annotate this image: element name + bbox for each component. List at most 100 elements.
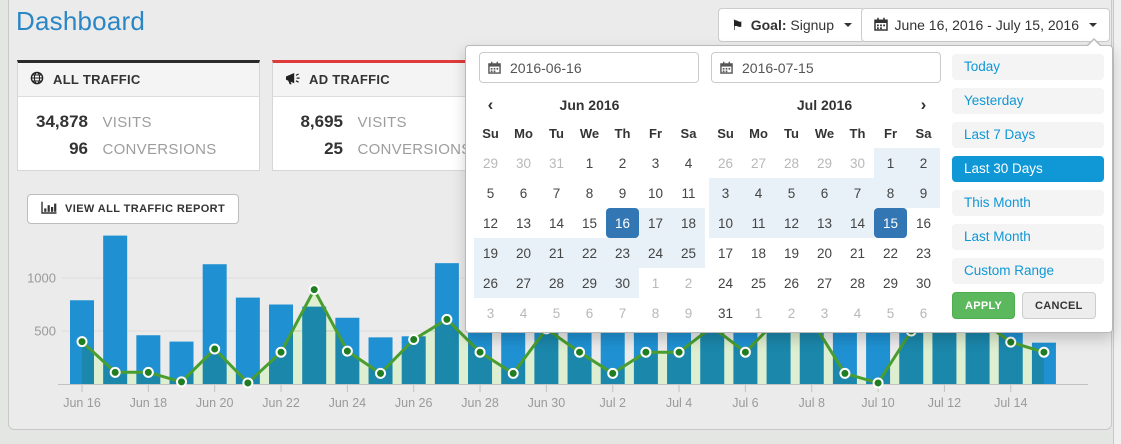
day-cell[interactable]: 7 [841, 178, 874, 208]
prev-month-icon[interactable]: ‹ [474, 92, 507, 118]
day-cell[interactable]: 25 [672, 238, 705, 268]
day-cell[interactable]: 4 [841, 298, 874, 328]
day-cell[interactable]: 30 [907, 268, 940, 298]
day-cell[interactable]: 13 [808, 208, 841, 238]
day-cell[interactable]: 15 [573, 208, 606, 238]
day-cell[interactable]: 4 [507, 298, 540, 328]
next-month-icon[interactable]: › [907, 92, 940, 118]
day-cell[interactable]: 8 [639, 298, 672, 328]
day-cell[interactable]: 22 [573, 238, 606, 268]
end-date-input[interactable] [711, 52, 941, 83]
day-cell[interactable]: 9 [606, 178, 639, 208]
day-cell[interactable]: 5 [874, 298, 907, 328]
day-cell[interactable]: 28 [841, 268, 874, 298]
day-cell[interactable]: 23 [907, 238, 940, 268]
day-cell[interactable]: 12 [474, 208, 507, 238]
day-cell[interactable]: 3 [639, 148, 672, 178]
day-cell[interactable]: 11 [742, 208, 775, 238]
date-range-button[interactable]: June 16, 2016 - July 15, 2016 [861, 8, 1110, 42]
day-cell[interactable]: 25 [742, 268, 775, 298]
start-date-input[interactable] [479, 52, 699, 83]
day-cell[interactable]: 2 [606, 148, 639, 178]
day-cell[interactable]: 31 [709, 298, 742, 328]
day-cell[interactable]: 27 [742, 148, 775, 178]
day-cell[interactable]: 26 [474, 268, 507, 298]
day-cell[interactable]: 5 [540, 298, 573, 328]
day-cell[interactable]: 29 [808, 148, 841, 178]
day-cell[interactable]: 7 [540, 178, 573, 208]
day-cell[interactable]: 31 [540, 148, 573, 178]
day-cell[interactable]: 14 [841, 208, 874, 238]
day-cell[interactable]: 5 [474, 178, 507, 208]
day-cell[interactable]: 21 [841, 238, 874, 268]
day-cell[interactable]: 18 [672, 208, 705, 238]
day-cell[interactable]: 13 [507, 208, 540, 238]
day-cell[interactable]: 20 [507, 238, 540, 268]
range-option-custom-range[interactable]: Custom Range [952, 258, 1104, 284]
day-cell[interactable]: 9 [672, 298, 705, 328]
day-cell[interactable]: 1 [742, 298, 775, 328]
day-cell[interactable]: 2 [672, 268, 705, 298]
goal-dropdown-button[interactable]: ⚑ Goal: Signup [718, 8, 865, 42]
apply-button[interactable]: APPLY [952, 292, 1015, 319]
day-cell[interactable]: 1 [874, 148, 907, 178]
day-cell[interactable]: 27 [808, 268, 841, 298]
day-cell[interactable]: 16 [907, 208, 940, 238]
day-cell[interactable]: 6 [907, 298, 940, 328]
day-cell[interactable]: 6 [507, 178, 540, 208]
day-cell[interactable]: 29 [573, 268, 606, 298]
day-cell[interactable]: 2 [775, 298, 808, 328]
range-option-last-30-days[interactable]: Last 30 Days [952, 156, 1104, 182]
day-cell[interactable]: 28 [540, 268, 573, 298]
day-cell[interactable]: 16 [606, 208, 639, 238]
day-cell[interactable]: 30 [841, 148, 874, 178]
day-cell[interactable]: 12 [775, 208, 808, 238]
day-cell[interactable]: 23 [606, 238, 639, 268]
day-cell[interactable]: 21 [540, 238, 573, 268]
day-cell[interactable]: 19 [775, 238, 808, 268]
day-cell[interactable]: 19 [474, 238, 507, 268]
day-cell[interactable]: 9 [907, 178, 940, 208]
range-option-this-month[interactable]: This Month [952, 190, 1104, 216]
day-cell[interactable]: 24 [639, 238, 672, 268]
day-cell[interactable]: 11 [672, 178, 705, 208]
range-option-today[interactable]: Today [952, 54, 1104, 80]
day-cell[interactable]: 4 [672, 148, 705, 178]
day-cell[interactable]: 6 [573, 298, 606, 328]
day-cell[interactable]: 29 [874, 268, 907, 298]
day-cell[interactable]: 3 [808, 298, 841, 328]
day-cell[interactable]: 30 [507, 148, 540, 178]
view-all-traffic-report-button[interactable]: VIEW ALL TRAFFIC REPORT [27, 194, 239, 224]
day-cell[interactable]: 27 [507, 268, 540, 298]
day-cell[interactable]: 29 [474, 148, 507, 178]
day-cell[interactable]: 8 [874, 178, 907, 208]
day-cell[interactable]: 18 [742, 238, 775, 268]
day-cell[interactable]: 6 [808, 178, 841, 208]
day-cell[interactable]: 10 [709, 208, 742, 238]
day-cell[interactable]: 17 [709, 238, 742, 268]
day-cell[interactable]: 10 [639, 178, 672, 208]
range-option-yesterday[interactable]: Yesterday [952, 88, 1104, 114]
day-cell[interactable]: 22 [874, 238, 907, 268]
day-cell[interactable]: 26 [709, 148, 742, 178]
day-cell[interactable]: 28 [775, 148, 808, 178]
day-cell[interactable]: 4 [742, 178, 775, 208]
day-cell[interactable]: 26 [775, 268, 808, 298]
day-cell[interactable]: 17 [639, 208, 672, 238]
day-cell[interactable]: 14 [540, 208, 573, 238]
day-cell[interactable]: 7 [606, 298, 639, 328]
day-cell[interactable]: 1 [639, 268, 672, 298]
day-cell[interactable]: 30 [606, 268, 639, 298]
range-option-last-month[interactable]: Last Month [952, 224, 1104, 250]
day-cell[interactable]: 1 [573, 148, 606, 178]
day-cell[interactable]: 20 [808, 238, 841, 268]
day-cell[interactable]: 3 [474, 298, 507, 328]
cancel-button[interactable]: CANCEL [1022, 292, 1096, 319]
day-cell[interactable]: 3 [709, 178, 742, 208]
range-option-last-7-days[interactable]: Last 7 Days [952, 122, 1104, 148]
day-cell[interactable]: 8 [573, 178, 606, 208]
day-cell[interactable]: 2 [907, 148, 940, 178]
day-cell[interactable]: 15 [874, 208, 907, 238]
day-cell[interactable]: 5 [775, 178, 808, 208]
day-cell[interactable]: 24 [709, 268, 742, 298]
